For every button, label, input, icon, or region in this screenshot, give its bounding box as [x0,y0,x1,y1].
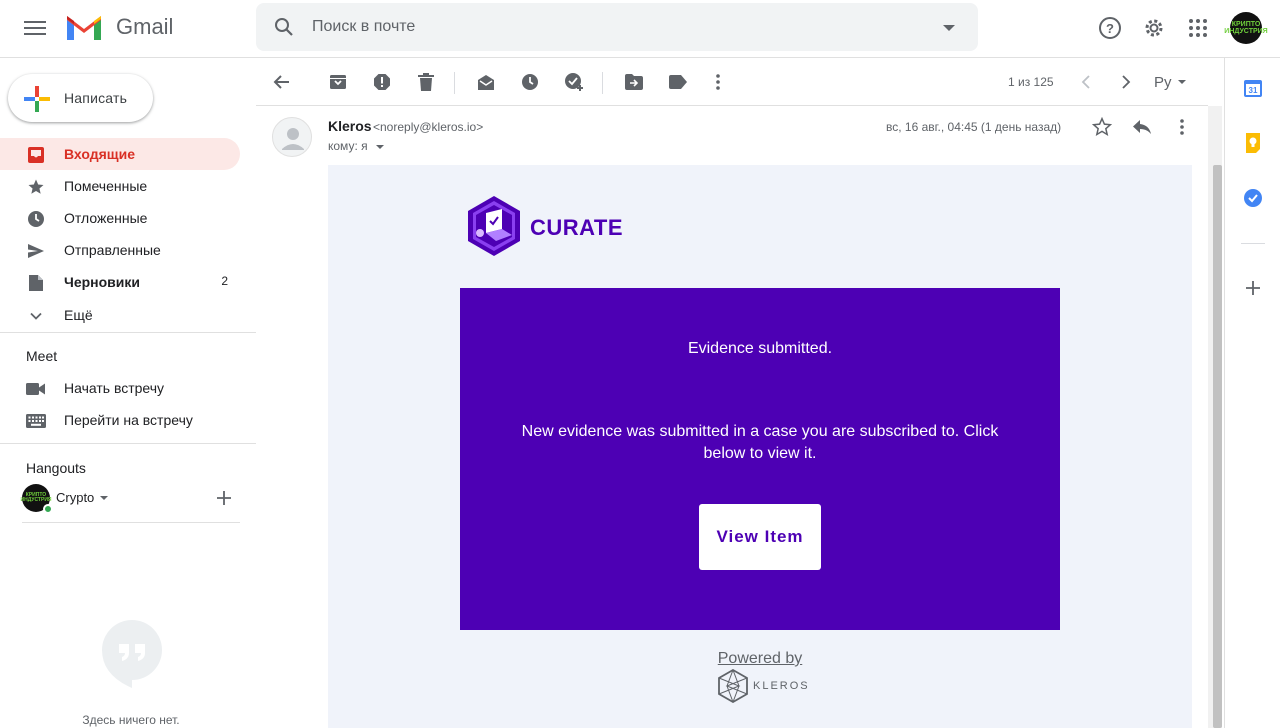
more-vert-icon[interactable] [708,72,728,92]
back-arrow-icon[interactable] [272,72,292,92]
sidebar-item-label: Черновики [64,274,141,290]
sender-email: <noreply@kleros.io> [373,120,484,134]
chevron-down-icon[interactable] [100,496,108,500]
powered-by-link[interactable]: Powered by [328,650,1192,668]
curate-logo-icon [468,196,520,256]
report-spam-icon[interactable] [372,72,392,92]
curate-brand: CURATE [530,215,624,240]
svg-text:31: 31 [1249,86,1258,95]
sidebar-item-label: Отложенные [64,210,148,226]
sidebar-item-label: Ещё [64,307,93,323]
sidebar-item-label: Начать встречу [64,380,165,396]
sidebar-item-starred[interactable]: Помеченные [0,170,240,202]
delete-icon[interactable] [416,72,436,92]
label-icon[interactable] [668,72,688,92]
scrollbar-thumb[interactable] [1213,165,1222,728]
plus-icon [24,86,50,112]
sidebar-divider [22,522,240,523]
archive-icon[interactable] [328,72,348,92]
sidebar-item-drafts[interactable]: Черновики 2 [0,266,240,298]
sidebar-item-label: Отправленные [64,242,161,258]
search-bar [256,3,978,51]
star-icon[interactable] [1092,117,1112,137]
sidebar-item-start-meeting[interactable]: Начать встречу [0,372,240,404]
more-vert-icon[interactable] [1172,117,1192,137]
recipient-line[interactable]: кому: я [328,139,368,153]
kleros-brand: KLEROS [753,680,810,692]
notification-card: Evidence submitted. New evidence was sub… [460,288,1060,630]
notification-title: Evidence submitted. [687,340,833,357]
hangouts-section-title: Hangouts [26,460,86,476]
star-icon [26,177,46,197]
meet-section-title: Meet [26,348,58,364]
compose-button[interactable]: Написать [8,74,153,122]
reply-icon[interactable] [1132,117,1152,137]
main-menu-icon[interactable] [24,17,46,39]
mark-unread-icon[interactable] [476,72,496,92]
toolbar-divider [454,72,455,94]
chevron-down-icon[interactable] [376,145,384,149]
sender-name[interactable]: Kleros [328,118,372,134]
view-item-button[interactable]: View Item [699,504,821,570]
snooze-icon[interactable] [520,72,540,92]
inbox-icon [26,145,46,165]
settings-icon[interactable] [1139,13,1169,43]
sidebar-item-snoozed[interactable]: Отложенные [0,202,240,234]
pagination-text: 1 из 125 [1008,75,1054,89]
input-tools-button[interactable]: Ру [1154,74,1172,91]
sender-avatar[interactable] [272,117,312,157]
top-header: Gmail ? КРИПТО ИНДУСТРИЯ [0,0,1280,58]
search-options-icon[interactable] [943,25,955,31]
svg-text:?: ? [1106,21,1114,36]
chevron-down-icon [26,306,46,326]
move-to-icon[interactable] [624,72,644,92]
calendar-icon[interactable]: 31 [1241,76,1265,100]
account-avatar[interactable]: КРИПТО ИНДУСТРИЯ [1224,12,1268,44]
hangouts-empty-text: Здесь ничего нет. [82,713,180,727]
add-contact-icon[interactable] [214,488,234,508]
compose-label: Написать [64,90,128,106]
hangouts-user[interactable]: КРИПТО ИНДУСТРИЯ Crypto [21,484,242,514]
tasks-icon[interactable] [1241,186,1265,210]
side-panel: 31 [1224,58,1280,728]
sidebar-divider [0,332,256,333]
sidebar-item-label: Входящие [64,146,135,162]
search-icon[interactable] [274,17,294,37]
sidebar-divider [0,443,256,444]
chevron-down-icon[interactable] [1178,80,1186,84]
rail-divider [1241,243,1265,244]
email-content: CURATE Evidence submitted. New evidence … [328,165,1192,728]
draft-icon [26,273,46,293]
search-input[interactable] [312,15,912,39]
message-date: вс, 16 авг., 04:45 (1 день назад) [886,120,1062,134]
apps-grid-icon[interactable] [1183,13,1213,43]
chevron-left-icon[interactable] [1076,72,1096,92]
sidebar-item-sent[interactable]: Отправленные [0,234,240,266]
sidebar-item-label: Перейти на встречу [64,412,193,428]
message-toolbar: 1 из 125 Ру [256,58,1208,106]
chevron-right-icon[interactable] [1116,72,1136,92]
sidebar-item-inbox[interactable]: Входящие [0,138,240,170]
keyboard-icon [26,411,46,431]
toolbar-divider [602,72,603,94]
sidebar-item-more[interactable]: Ещё [0,299,240,331]
hangouts-empty-icon [102,620,162,688]
add-addon-icon[interactable] [1241,276,1265,300]
clock-icon [26,209,46,229]
hangouts-user-name[interactable]: Crypto [56,490,94,505]
online-status-icon [43,504,53,514]
add-to-tasks-icon[interactable] [564,72,584,92]
send-icon [26,241,46,261]
sidebar-item-label: Помеченные [64,178,148,194]
gmail-logo-icon[interactable] [64,12,104,42]
app-name[interactable]: Gmail [116,14,173,40]
help-icon[interactable]: ? [1095,13,1125,43]
video-icon [26,379,46,399]
notification-message: New evidence was submitted in a case you… [521,423,999,462]
keep-icon[interactable] [1241,131,1265,155]
sidebar-item-join-meeting[interactable]: Перейти на встречу [0,404,240,436]
drafts-count: 2 [221,274,228,288]
